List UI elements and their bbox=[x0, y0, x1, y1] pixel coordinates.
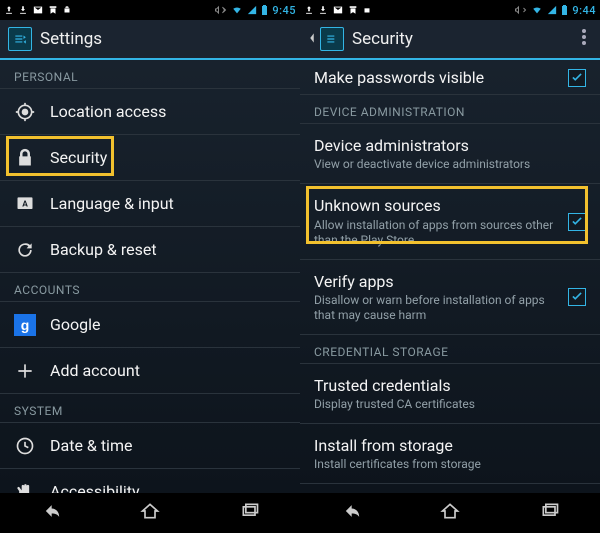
label-security: Security bbox=[50, 148, 286, 167]
settings-app-icon[interactable] bbox=[8, 27, 32, 51]
navbar bbox=[0, 493, 300, 533]
chevron-left-icon bbox=[308, 30, 316, 49]
row-add-account[interactable]: Add account bbox=[0, 348, 300, 394]
clock: 9:44 bbox=[572, 4, 596, 17]
row-location-access[interactable]: Location access bbox=[0, 89, 300, 135]
sub-install: Install certificates from storage bbox=[314, 457, 586, 472]
battery-icon bbox=[261, 4, 268, 16]
row-google-account[interactable]: g Google bbox=[0, 302, 300, 348]
envelope-icon bbox=[332, 5, 344, 15]
row-device-administrators[interactable]: Device administrators View or deactivate… bbox=[300, 124, 600, 184]
row-unknown-sources[interactable]: Unknown sources Allow installation of ap… bbox=[300, 184, 600, 259]
overflow-menu[interactable] bbox=[576, 29, 592, 49]
google-icon: g bbox=[14, 314, 36, 336]
actionbar-up[interactable] bbox=[308, 27, 344, 51]
phone-settings: 9:45 Settings PERSONAL Location access bbox=[0, 0, 300, 533]
label-install: Install from storage bbox=[314, 436, 586, 455]
sub-trusted: Display trusted CA certificates bbox=[314, 397, 586, 412]
upload-icon bbox=[304, 5, 314, 15]
nav-back[interactable] bbox=[338, 501, 362, 525]
phone-security: 9:44 Security Make passwords visible bbox=[300, 0, 600, 533]
actionbar-title: Settings bbox=[40, 29, 102, 49]
statusbar: 9:45 bbox=[0, 0, 300, 20]
sub-verify: Disallow or warn before installation of … bbox=[314, 293, 554, 323]
label-verify: Verify apps bbox=[314, 272, 554, 291]
backup-icon bbox=[14, 239, 36, 261]
nav-back[interactable] bbox=[38, 501, 62, 525]
cat-personal: PERSONAL bbox=[0, 60, 300, 88]
row-accessibility[interactable]: Accessibility bbox=[0, 469, 300, 493]
cat-device-administration: DEVICE ADMINISTRATION bbox=[300, 95, 600, 123]
row-trusted-credentials[interactable]: Trusted credentials Display trusted CA c… bbox=[300, 364, 600, 424]
nav-recent[interactable] bbox=[538, 501, 562, 525]
vibrate-icon bbox=[515, 4, 527, 16]
label-backup: Backup & reset bbox=[50, 240, 286, 259]
navbar bbox=[300, 493, 600, 533]
nav-recent[interactable] bbox=[238, 501, 262, 525]
vibrate-icon bbox=[215, 4, 227, 16]
play-store-icon bbox=[348, 5, 358, 15]
label-unknown: Unknown sources bbox=[314, 196, 554, 215]
checkbox-unknown-sources[interactable] bbox=[568, 213, 586, 231]
cat-accounts: ACCOUNTS bbox=[0, 273, 300, 301]
row-language-input[interactable]: A Language & input bbox=[0, 181, 300, 227]
sub-devadmin: View or deactivate device administrators bbox=[314, 157, 586, 172]
clock: 9:45 bbox=[272, 4, 296, 17]
row-verify-apps[interactable]: Verify apps Disallow or warn before inst… bbox=[300, 260, 600, 335]
label-a11y: Accessibility bbox=[50, 482, 286, 493]
row-install-from-storage[interactable]: Install from storage Install certificate… bbox=[300, 424, 600, 484]
wifi-icon bbox=[531, 5, 543, 15]
security-list[interactable]: Make passwords visible DEVICE ADMINISTRA… bbox=[300, 60, 600, 493]
language-icon: A bbox=[14, 193, 36, 215]
lock-icon bbox=[14, 147, 36, 169]
wifi-icon bbox=[231, 5, 243, 15]
settings-app-icon bbox=[320, 27, 344, 51]
label-datetime: Date & time bbox=[50, 436, 286, 455]
android-icon bbox=[62, 5, 72, 15]
upload-icon bbox=[4, 5, 14, 15]
nav-home[interactable] bbox=[138, 501, 162, 525]
actionbar: Settings bbox=[0, 20, 300, 60]
actionbar-title: Security bbox=[352, 29, 413, 49]
checkbox-verify-apps[interactable] bbox=[568, 288, 586, 306]
label-trusted: Trusted credentials bbox=[314, 376, 586, 395]
actionbar: Security bbox=[300, 20, 600, 60]
android-icon bbox=[362, 5, 372, 15]
cat-credential-storage: CREDENTIAL STORAGE bbox=[300, 335, 600, 363]
statusbar: 9:44 bbox=[300, 0, 600, 20]
row-make-passwords-visible[interactable]: Make passwords visible bbox=[300, 60, 600, 95]
sub-unknown: Allow installation of apps from sources … bbox=[314, 218, 554, 248]
signal-icon bbox=[247, 5, 257, 15]
label-addacct: Add account bbox=[50, 361, 286, 380]
svg-text:A: A bbox=[22, 200, 28, 210]
row-security[interactable]: Security bbox=[0, 135, 300, 181]
label-location: Location access bbox=[50, 102, 286, 121]
envelope-icon bbox=[32, 5, 44, 15]
label-language: Language & input bbox=[50, 194, 286, 213]
hand-icon bbox=[14, 481, 36, 493]
row-backup-reset[interactable]: Backup & reset bbox=[0, 227, 300, 273]
row-date-time[interactable]: Date & time bbox=[0, 423, 300, 469]
download-icon bbox=[318, 5, 328, 15]
nav-home[interactable] bbox=[438, 501, 462, 525]
label-google: Google bbox=[50, 315, 286, 334]
battery-icon bbox=[561, 4, 568, 16]
location-icon bbox=[14, 101, 36, 123]
plus-icon bbox=[14, 360, 36, 382]
signal-icon bbox=[547, 5, 557, 15]
clock-icon bbox=[14, 435, 36, 457]
label-makepwd: Make passwords visible bbox=[314, 68, 554, 87]
play-store-icon bbox=[48, 5, 58, 15]
checkbox-makepwd[interactable] bbox=[568, 69, 586, 87]
label-devadmin: Device administrators bbox=[314, 136, 586, 155]
settings-list[interactable]: PERSONAL Location access Security bbox=[0, 60, 300, 493]
download-icon bbox=[18, 5, 28, 15]
cat-system: SYSTEM bbox=[0, 394, 300, 422]
row-clear-credentials: Clear credentials Remove all certificate… bbox=[300, 484, 600, 493]
